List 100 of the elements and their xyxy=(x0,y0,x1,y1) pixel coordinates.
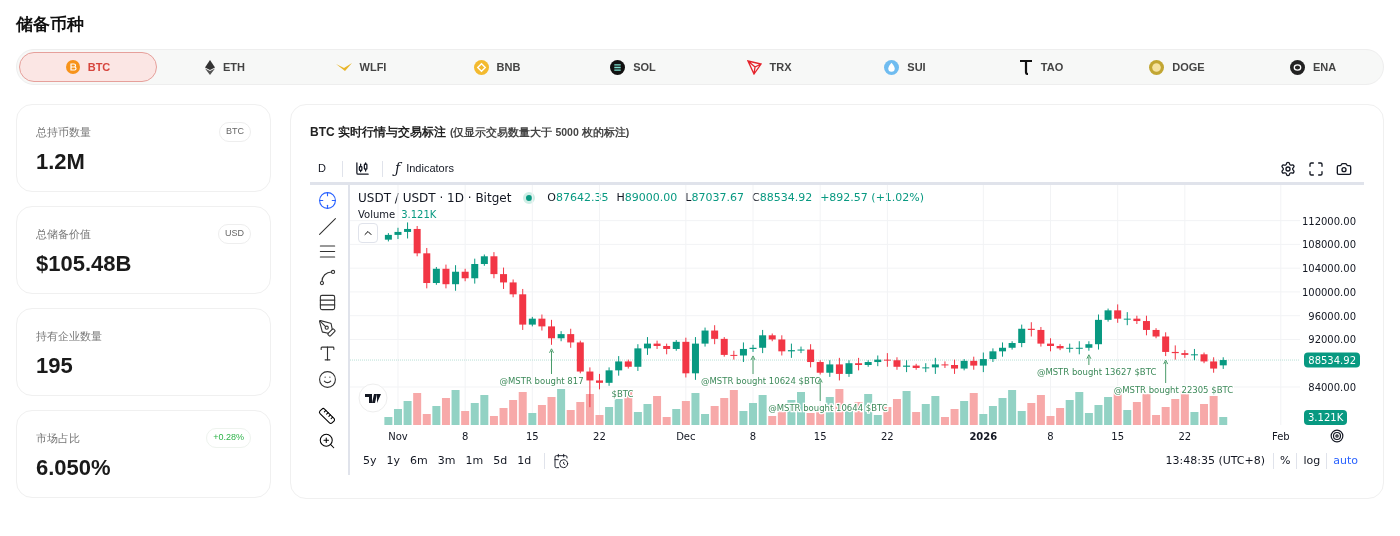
symbol-label: USDT / USDT · 1D · Bitget xyxy=(358,190,512,207)
stat-value: 195 xyxy=(36,352,74,380)
time-tick: 8 xyxy=(749,430,757,444)
interval-button[interactable]: D xyxy=(310,160,334,177)
coin-icon xyxy=(1149,59,1165,75)
time-tick: Dec xyxy=(676,430,696,444)
candlestick xyxy=(759,329,767,354)
pattern-icon[interactable] xyxy=(317,267,337,287)
tau-icon xyxy=(1018,59,1033,75)
time-tick: Nov xyxy=(388,430,408,444)
price-change: +892.57 (+1.02%) xyxy=(820,189,925,206)
coin-tab[interactable]: BNB xyxy=(429,52,565,82)
price-tick: 92000.00 xyxy=(1308,332,1356,347)
scale-button[interactable]: log xyxy=(1296,452,1327,470)
page-title: 储备币种 xyxy=(16,14,85,36)
scale-button[interactable]: % xyxy=(1273,452,1297,470)
candlestick xyxy=(1075,340,1083,355)
range-button[interactable]: 1d xyxy=(512,452,537,470)
annotation-label: @MSTR bought 817 xyxy=(499,376,584,386)
pen-icon[interactable] xyxy=(317,318,337,338)
annotation-label: @MSTR bought 13627 $BTC xyxy=(1036,367,1157,377)
candlestick xyxy=(615,355,623,377)
annotation-arrow xyxy=(549,348,554,375)
range-button[interactable]: 1y xyxy=(381,452,406,470)
candlestick xyxy=(452,264,460,292)
price-tick: 84000.00 xyxy=(1308,380,1356,395)
annotation-label: @MSTR bought 10624 $BTC xyxy=(701,376,821,386)
coin-tab[interactable]: ENA xyxy=(1245,52,1381,82)
zoom-in-icon[interactable] xyxy=(318,431,336,450)
collapse-button[interactable] xyxy=(358,223,378,243)
scale-button[interactable]: auto xyxy=(1326,452,1364,470)
time-tick: 22 xyxy=(593,430,606,444)
range-button[interactable]: 3m xyxy=(432,452,461,470)
candlestick xyxy=(883,352,891,368)
candlestick xyxy=(605,366,613,387)
candlestick xyxy=(1085,340,1093,352)
annotation-arrow xyxy=(1163,359,1169,384)
candlestick xyxy=(548,319,556,346)
rows-icon[interactable] xyxy=(317,293,337,312)
coin-icon xyxy=(65,60,80,74)
crosshair-icon[interactable] xyxy=(317,191,337,210)
candlestick xyxy=(835,357,843,381)
target-icon[interactable] xyxy=(1330,429,1344,443)
candlestick xyxy=(979,352,987,373)
fullscreen-icon[interactable] xyxy=(1308,160,1324,177)
droplet-icon xyxy=(884,59,900,75)
ohlc-value: H89000.00 xyxy=(616,189,678,206)
candlestick xyxy=(941,360,949,369)
time-tick: 22 xyxy=(881,430,894,444)
clock-label: 13:48:35 (UTC+8) xyxy=(1165,452,1265,469)
volume-value: 3.121K xyxy=(401,208,437,222)
annotation-arrow xyxy=(750,355,756,375)
settings-icon[interactable] xyxy=(1280,160,1296,177)
candlestick xyxy=(500,267,508,290)
smiley-icon[interactable] xyxy=(317,369,337,389)
candlestick xyxy=(778,334,786,356)
candlestick xyxy=(567,328,575,349)
chart-note: (仅显示交易数量大于 5000 枚的标注) xyxy=(450,125,630,140)
candlestick xyxy=(1190,348,1198,361)
coin-tab[interactable]: WLFI xyxy=(293,52,429,82)
stat-label: 市场占比 xyxy=(36,430,80,446)
time-tick: Feb xyxy=(1271,430,1290,444)
time-tick: 2026 xyxy=(969,430,998,444)
range-button[interactable]: 5y xyxy=(358,452,382,470)
price-tick: 108000.00 xyxy=(1301,237,1356,252)
time-tick: 15 xyxy=(1111,430,1125,444)
line-icon[interactable] xyxy=(317,216,337,236)
coin-tab[interactable]: BTC xyxy=(19,52,157,82)
range-button[interactable]: 1m xyxy=(460,452,489,470)
candlestick xyxy=(490,251,498,279)
coin-tab[interactable]: DOGE xyxy=(1109,52,1245,82)
time-tick: 22 xyxy=(1178,430,1192,444)
stat-value: 1.2M xyxy=(36,148,86,176)
calendar-icon[interactable] xyxy=(553,453,570,469)
camera-icon[interactable] xyxy=(1336,160,1352,177)
coin-icon xyxy=(473,59,489,75)
lines-icon[interactable] xyxy=(317,242,337,261)
range-button[interactable]: 5d xyxy=(488,452,513,470)
stat-label: 总持币数量 xyxy=(36,124,91,140)
coin-tab[interactable]: SOL xyxy=(565,52,701,82)
candlestick xyxy=(442,264,450,289)
annotation-label: $BTC xyxy=(611,389,634,399)
candlestick xyxy=(471,258,479,285)
indicators-button[interactable]: ƒ Indicators xyxy=(391,158,458,179)
diamond-icon xyxy=(205,59,215,75)
coin-tab[interactable]: SUI xyxy=(837,52,973,82)
candles-icon xyxy=(355,161,370,176)
ohlc-value: L87037.67 xyxy=(685,189,744,206)
candlestick xyxy=(797,346,805,354)
coin-tab[interactable]: TAO xyxy=(973,52,1109,82)
ohlc-value: C88534.92 xyxy=(751,189,813,206)
ruler-icon[interactable] xyxy=(318,407,336,425)
candlestick xyxy=(1008,340,1016,351)
candlestick xyxy=(739,341,747,363)
coin-tab[interactable]: ETH xyxy=(157,52,293,82)
coin-tab[interactable]: TRX xyxy=(701,52,837,82)
time-tick: 15 xyxy=(813,430,827,444)
chart-title: BTC 实时行情与交易标注 xyxy=(310,124,446,141)
range-button[interactable]: 6m xyxy=(405,452,433,470)
candlestick xyxy=(1018,324,1026,348)
